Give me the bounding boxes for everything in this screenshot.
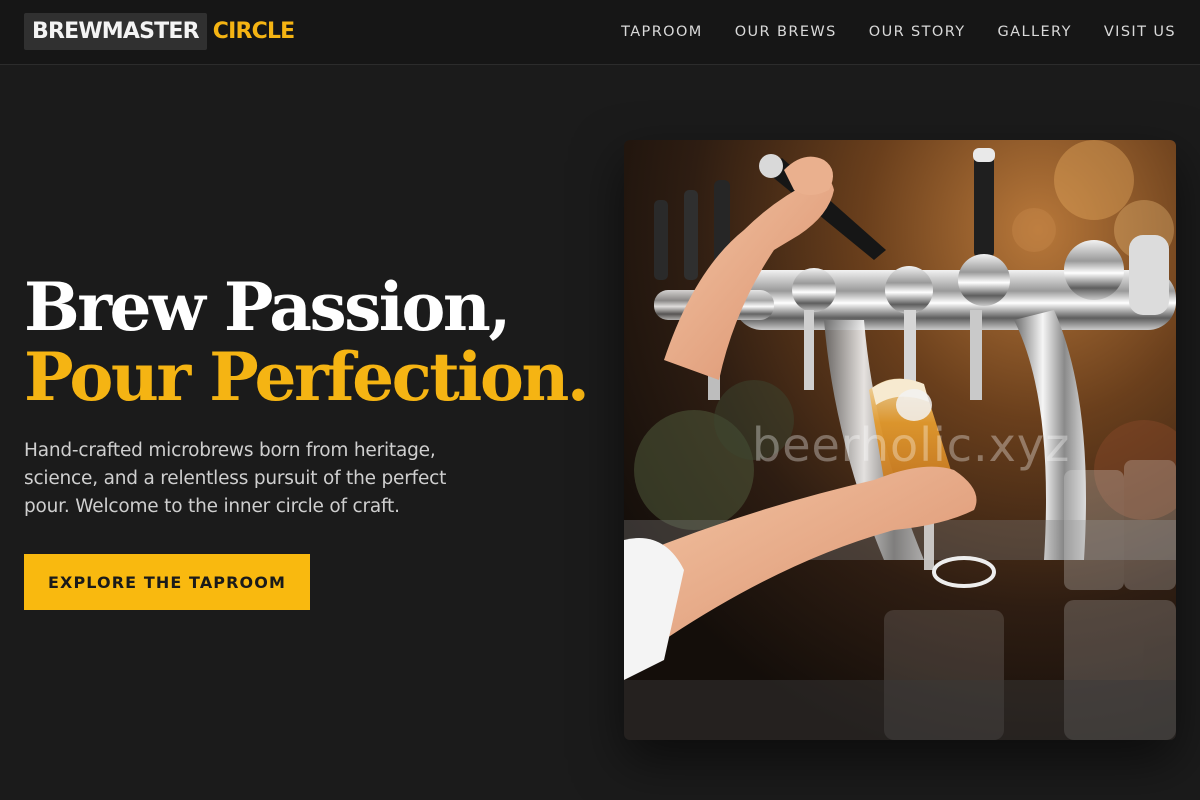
nav-link-visit-us[interactable]: VISIT US	[1104, 24, 1176, 40]
hero-image	[624, 140, 1176, 740]
top-navigation-bar: BREWMASTER CIRCLE TAPROOM OUR BREWS OUR …	[0, 0, 1200, 65]
hero-headline-line2: Pour Perfection.	[24, 338, 590, 416]
main-nav: TAPROOM OUR BREWS OUR STORY GALLERY VISI…	[621, 0, 1176, 64]
brand-logo[interactable]: BREWMASTER CIRCLE	[24, 13, 295, 50]
hero-headline-line1: Brew Passion,	[24, 268, 511, 346]
hero-description: Hand-crafted microbrews born from herita…	[24, 440, 447, 517]
nav-link-taproom[interactable]: TAPROOM	[621, 24, 703, 40]
brand-name-primary: BREWMASTER	[24, 13, 207, 50]
explore-taproom-button[interactable]: EXPLORE THE TAPROOM	[24, 554, 310, 610]
hero-headline: Brew Passion, Pour Perfection.	[24, 272, 604, 412]
nav-link-our-story[interactable]: OUR STORY	[869, 24, 966, 40]
nav-link-gallery[interactable]: GALLERY	[998, 24, 1072, 40]
brand-name-accent: CIRCLE	[212, 19, 295, 44]
nav-link-our-brews[interactable]: OUR BREWS	[735, 24, 837, 40]
